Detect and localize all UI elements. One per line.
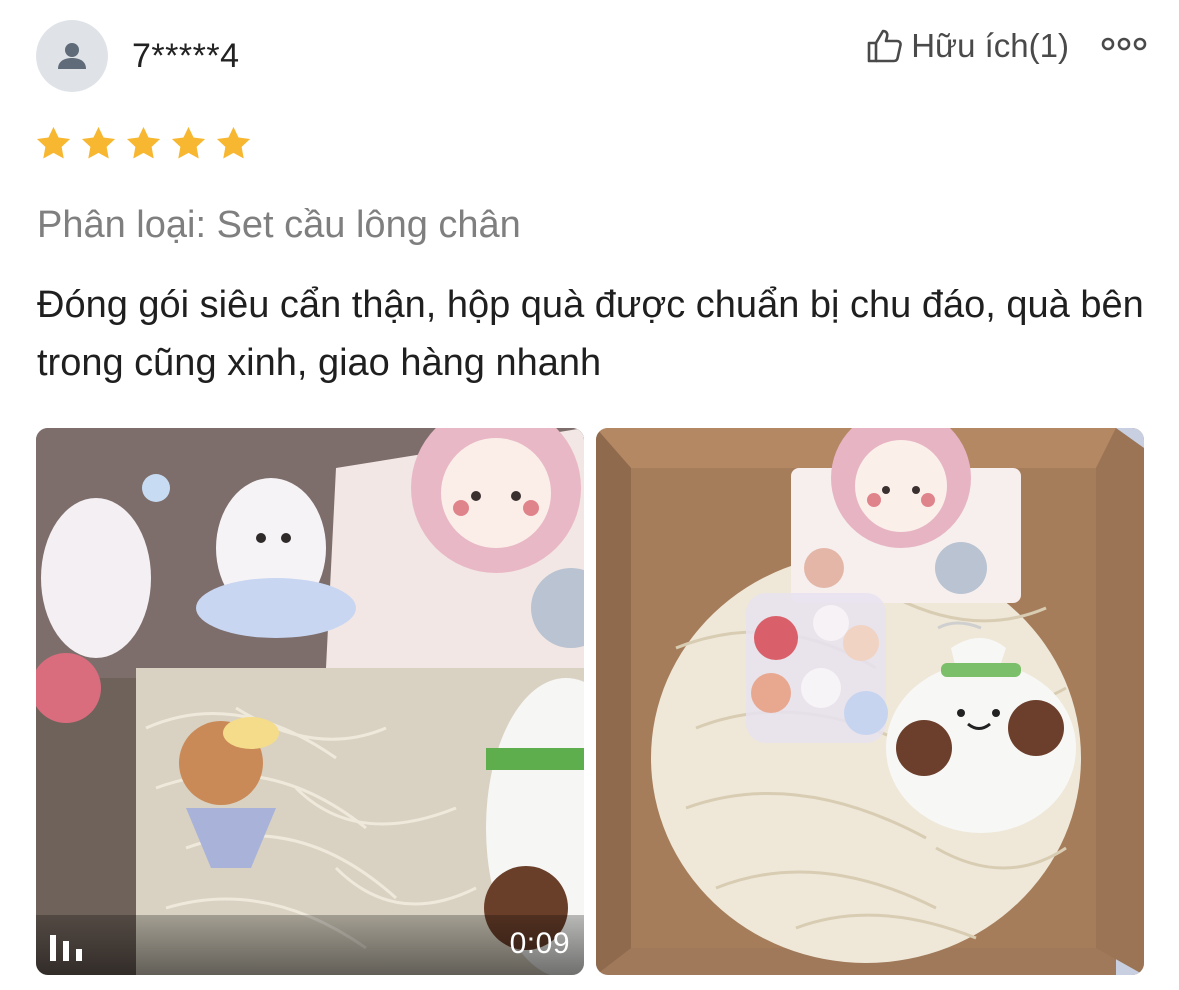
star-icon (36, 126, 71, 159)
more-options-button[interactable] (1101, 30, 1147, 58)
review-photo-thumbnail[interactable] (596, 428, 1144, 975)
helpful-button[interactable]: Hữu ích(1) (865, 24, 1069, 68)
photo-thumbnail-picture (596, 428, 1144, 975)
video-thumbnail-picture (36, 428, 584, 975)
video-indicator-icon (50, 935, 82, 961)
more-options-icon (1101, 37, 1147, 51)
star-icon (216, 126, 251, 159)
star-icon (81, 126, 116, 159)
star-icon (126, 126, 161, 159)
star-rating (34, 124, 253, 163)
video-overlay-bar: 0:09 (36, 915, 584, 975)
review-text: Đóng gói siêu cẩn thận, hộp quà được chu… (37, 284, 1144, 384)
reviewer-username: 7*****4 (132, 37, 240, 75)
thumbs-up-icon (867, 29, 903, 63)
video-duration: 0:09 (509, 927, 570, 960)
product-variant: Phân loại: Set cầu lông chân (37, 204, 521, 246)
avatar[interactable] (36, 20, 108, 92)
star-icon (171, 126, 206, 159)
review-video-thumbnail[interactable]: 0:09 (36, 428, 584, 975)
user-icon (58, 43, 86, 69)
helpful-label: Hữu ích(1) (911, 27, 1069, 64)
